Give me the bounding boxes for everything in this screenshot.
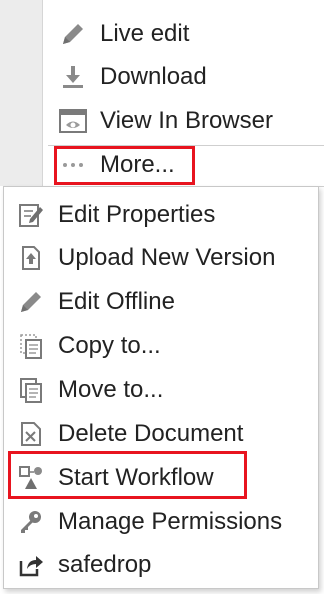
safedrop-label: safedrop <box>58 551 152 578</box>
ellipsis-icon <box>58 150 88 180</box>
download-action[interactable]: Download <box>58 57 318 97</box>
upload-icon <box>16 243 46 273</box>
more-actions-dropdown-menu: Edit Properties Upload New Version Edit … <box>3 186 319 589</box>
share-icon <box>16 550 46 580</box>
live-edit-action[interactable]: Live edit <box>58 14 318 54</box>
left-scroll-strip <box>0 0 43 186</box>
move-to-label: Move to... <box>58 376 164 403</box>
delete-document-icon <box>16 419 46 449</box>
delete-document-label: Delete Document <box>58 420 244 447</box>
download-label: Download <box>100 63 207 90</box>
pencil-icon <box>16 287 46 317</box>
workflow-icon <box>16 463 46 493</box>
upload-new-version-label: Upload New Version <box>58 244 276 271</box>
pencil-icon <box>58 19 88 49</box>
start-workflow-label: Start Workflow <box>58 464 214 491</box>
key-icon <box>16 507 46 537</box>
download-icon <box>58 62 88 92</box>
copy-to-label: Copy to... <box>58 332 161 359</box>
menu-item-copy-to[interactable]: Copy to... <box>16 326 316 366</box>
view-in-browser-action[interactable]: View In Browser <box>58 101 318 141</box>
edit-properties-label: Edit Properties <box>58 201 216 228</box>
copy-icon <box>16 331 46 361</box>
menu-item-edit-properties[interactable]: Edit Properties <box>16 195 316 235</box>
menu-item-manage-permissions[interactable]: Manage Permissions <box>16 502 316 542</box>
manage-permissions-label: Manage Permissions <box>58 508 283 535</box>
menu-item-move-to[interactable]: Move to... <box>16 370 316 410</box>
live-edit-label: Live edit <box>100 20 190 47</box>
move-icon <box>16 375 46 405</box>
menu-item-edit-offline[interactable]: Edit Offline <box>16 282 316 322</box>
view-in-browser-label: View In Browser <box>100 107 273 134</box>
menu-item-start-workflow[interactable]: Start Workflow <box>16 458 316 498</box>
more-label: More... <box>100 151 175 178</box>
document-actions-panel: Live edit Download View In Browser More.… <box>0 0 324 187</box>
menu-item-upload-new-version[interactable]: Upload New Version <box>16 238 316 278</box>
edit-properties-icon <box>16 200 46 230</box>
more-action[interactable]: More... <box>58 145 318 185</box>
edit-offline-label: Edit Offline <box>58 288 175 315</box>
menu-item-delete-document[interactable]: Delete Document <box>16 414 316 454</box>
view-in-browser-icon <box>58 106 88 136</box>
menu-item-safedrop[interactable]: safedrop <box>16 545 316 585</box>
